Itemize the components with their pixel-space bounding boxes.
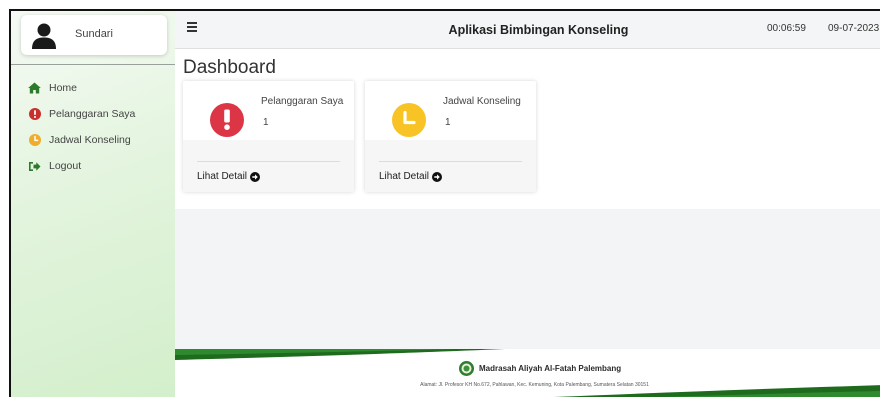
app-title: Aplikasi Bimbingan Konseling (448, 23, 629, 37)
link-label: Lihat Detail (379, 171, 430, 182)
card-divider (379, 161, 522, 162)
sidebar-item-jadwal[interactable]: Jadwal Konseling (11, 127, 175, 153)
home-icon (28, 82, 41, 95)
user-panel[interactable]: Sundari (21, 15, 167, 55)
card-footer (365, 140, 536, 192)
app-window: Sundari Home Pelanggaran Saya Jadwal Kon… (9, 9, 880, 397)
clock-icon (392, 103, 426, 137)
card-jadwal: Jadwal Konseling 1 Lihat Detail (365, 81, 536, 192)
arrow-circle-right-icon (250, 171, 261, 182)
arrow-circle-right-icon (432, 171, 443, 182)
card-value: 1 (445, 117, 451, 128)
lihat-detail-link[interactable]: Lihat Detail (379, 171, 443, 182)
card-pelanggaran: Pelanggaran Saya 1 Lihat Detail (183, 81, 354, 192)
card-label: Jadwal Konseling (443, 96, 521, 107)
card-divider (197, 161, 340, 162)
footer-wave-decoration (175, 349, 880, 397)
user-icon (31, 22, 57, 49)
clock-icon (28, 134, 41, 147)
link-label: Lihat Detail (197, 171, 248, 182)
page-title: Dashboard (183, 57, 276, 78)
content-background (175, 209, 880, 349)
school-logo (459, 361, 474, 376)
sidebar: Sundari Home Pelanggaran Saya Jadwal Kon… (11, 11, 175, 397)
exclamation-circle-icon (28, 108, 41, 121)
school-name: Madrasah Aliyah Al-Fatah Palembang (479, 364, 622, 373)
sidebar-item-pelanggaran[interactable]: Pelanggaran Saya (11, 101, 175, 127)
card-label: Pelanggaran Saya (261, 96, 344, 107)
school-address: Alamat: Jl. Profesor KH No.672, Pahlawan… (420, 382, 649, 388)
date-readout: 09-07-2023 (828, 23, 880, 34)
sidebar-item-label: Jadwal Konseling (49, 134, 131, 146)
sidebar-item-logout[interactable]: Logout (11, 153, 175, 179)
topbar: Aplikasi Bimbingan Konseling 00:06:59 09… (175, 11, 880, 49)
sidebar-item-label: Home (49, 82, 78, 94)
lihat-detail-link[interactable]: Lihat Detail (197, 171, 261, 182)
main-content: Dashboard Pelanggaran Saya 1 Lihat Detai… (175, 49, 880, 349)
sidebar-item-label: Logout (49, 160, 82, 172)
sidebar-divider (11, 64, 175, 65)
footer: Madrasah Aliyah Al-Fatah Palembang Alama… (175, 349, 880, 397)
sidebar-item-label: Pelanggaran Saya (49, 108, 136, 120)
user-name: Sundari (75, 28, 113, 40)
clock-readout: 00:06:59 (767, 23, 806, 34)
card-value: 1 (263, 117, 269, 128)
sidebar-menu: Home Pelanggaran Saya Jadwal Konseling L… (11, 75, 175, 179)
exclamation-icon (210, 103, 244, 137)
sign-out-icon (28, 160, 41, 173)
card-footer (183, 140, 354, 192)
sidebar-item-home[interactable]: Home (11, 75, 175, 101)
